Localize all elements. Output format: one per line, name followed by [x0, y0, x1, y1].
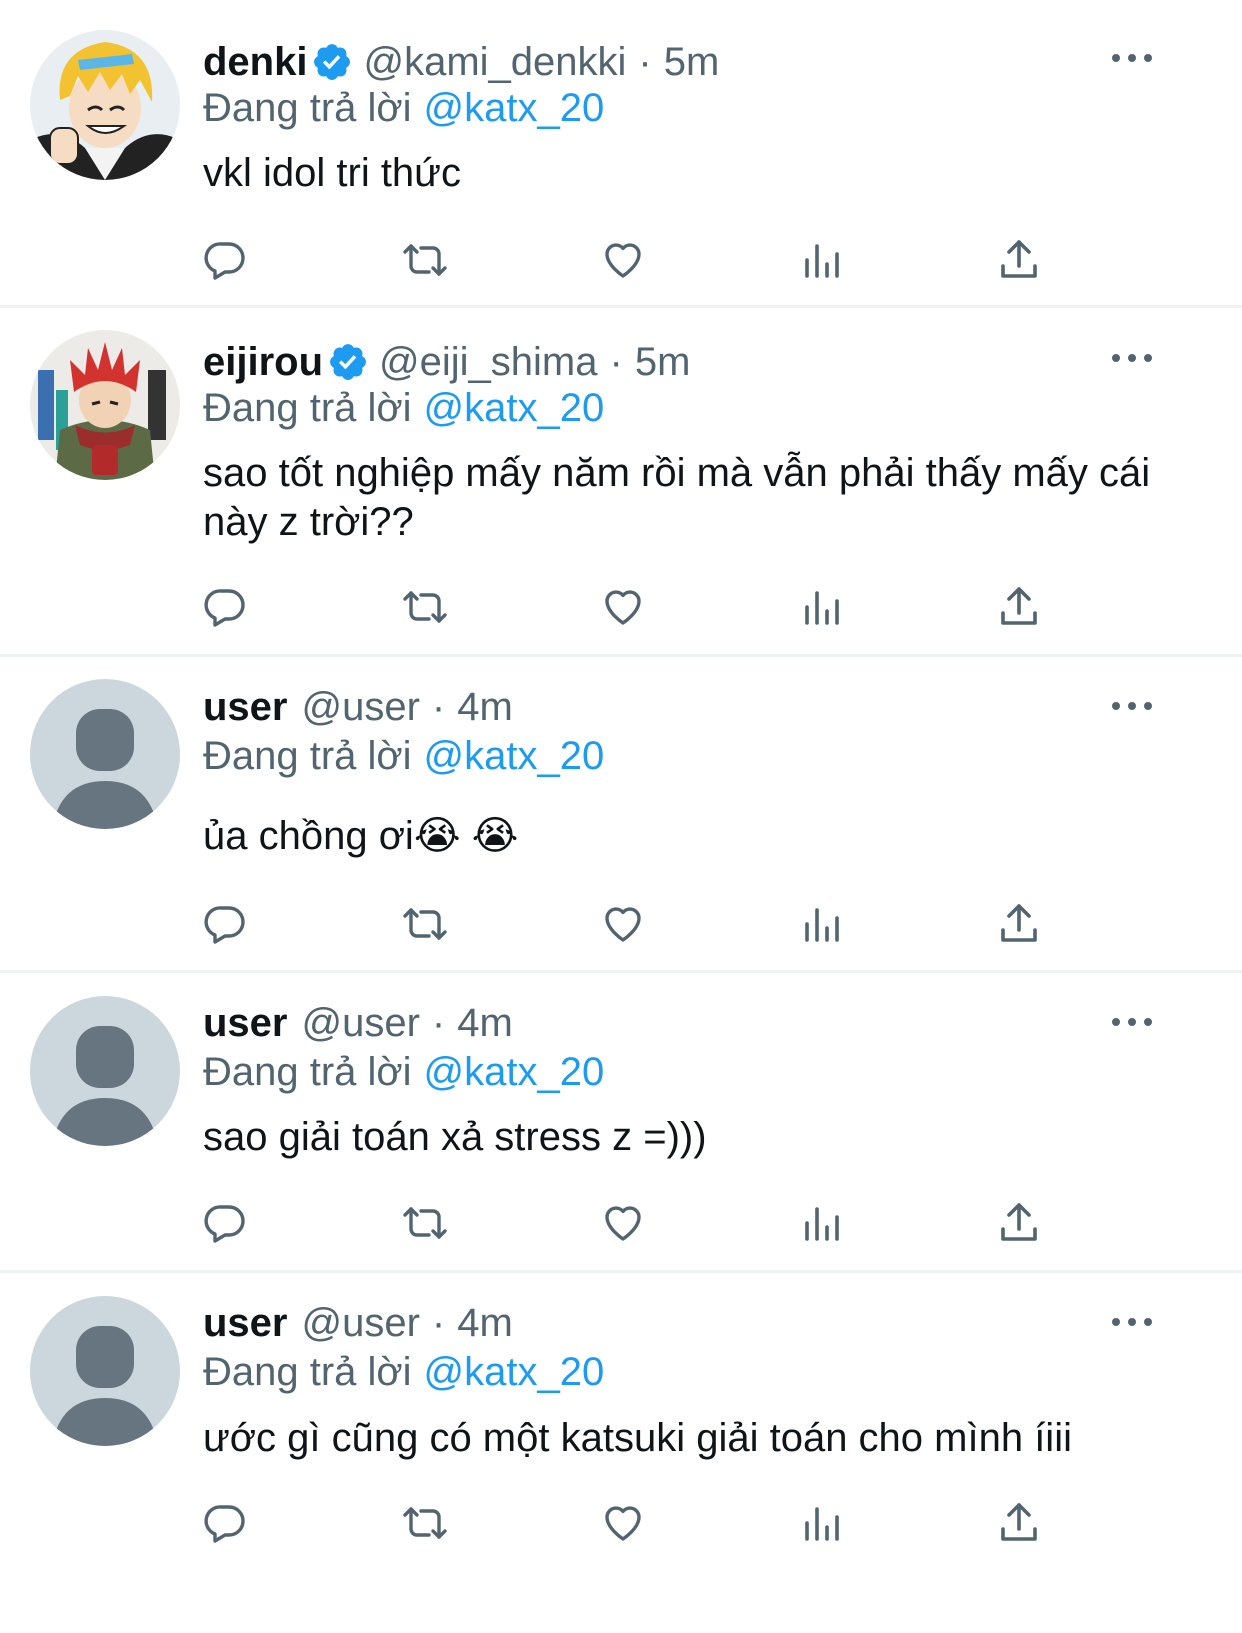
handle[interactable]: @user [302, 1299, 420, 1347]
share-icon[interactable] [994, 1198, 1044, 1248]
tweet[interactable]: user @user · 4m Đang trả lời @katx_20 sao… [0, 973, 1242, 1270]
separator-dot: · [638, 40, 652, 84]
retweet-icon[interactable] [400, 235, 450, 285]
replying-to: Đang trả lời @katx_20 [203, 732, 604, 780]
views-icon[interactable] [796, 899, 846, 949]
handle[interactable]: @user [302, 999, 420, 1047]
verified-icon [330, 344, 366, 380]
action-bar [200, 1498, 1060, 1548]
share-icon[interactable] [994, 582, 1044, 632]
more-icon[interactable] [1112, 696, 1152, 716]
reply-mention[interactable]: @katx_20 [424, 1350, 605, 1394]
more-icon[interactable] [1112, 348, 1152, 368]
replying-to: Đang trả lời @katx_20 [203, 1348, 604, 1396]
share-icon[interactable] [994, 1498, 1044, 1548]
tweet-text: sao tốt nghiệp mấy năm rồi mà vẫn phải t… [203, 451, 1151, 544]
separator-dot: · [431, 685, 446, 729]
tweet[interactable]: denki @kami_denkki · 5m Đang trả lời @kat… [0, 0, 1242, 305]
display-name[interactable]: user [203, 683, 288, 731]
reply-mention[interactable]: @katx_20 [424, 386, 605, 430]
reply-mention[interactable]: @katx_20 [424, 86, 605, 130]
avatar[interactable] [30, 996, 180, 1146]
timestamp[interactable]: 4m [457, 683, 513, 731]
avatar[interactable] [30, 679, 180, 829]
action-bar [200, 235, 1060, 285]
more-icon[interactable] [1112, 48, 1152, 68]
default-avatar [30, 679, 180, 829]
anime-avatar-red-hair [30, 330, 180, 480]
replying-label: Đang trả lời [203, 386, 412, 430]
separator-dot: · [431, 1301, 446, 1345]
separator-dot: · [609, 340, 623, 384]
display-name[interactable]: denki [203, 38, 307, 86]
anime-avatar-yellow-hair [30, 30, 180, 180]
views-icon[interactable] [796, 1198, 846, 1248]
avatar[interactable] [30, 330, 180, 480]
tweet[interactable]: user @user · 4m Đang trả lời @katx_20 ước… [0, 1273, 1242, 1633]
like-icon[interactable] [598, 899, 648, 949]
share-icon[interactable] [994, 235, 1044, 285]
retweet-icon[interactable] [400, 582, 450, 632]
handle[interactable]: @eiji_shima [379, 338, 597, 386]
reply-icon[interactable] [200, 1498, 250, 1548]
replying-label: Đang trả lời [203, 734, 412, 778]
replying-to: Đang trả lời @katx_20 [203, 384, 604, 432]
tweet[interactable]: user @user · 4m Đang trả lời @katx_20 ủa … [0, 657, 1242, 970]
reply-mention[interactable]: @katx_20 [424, 1050, 605, 1094]
replying-label: Đang trả lời [203, 1050, 412, 1094]
default-avatar [30, 996, 180, 1146]
reply-icon[interactable] [200, 1198, 250, 1248]
handle[interactable]: @kami_denkki [363, 38, 626, 86]
avatar[interactable] [30, 30, 180, 180]
reply-icon[interactable] [200, 582, 250, 632]
replying-label: Đang trả lời [203, 86, 412, 130]
display-name[interactable]: eijirou [203, 338, 323, 386]
tweet-text: ủa chồng ơi😭 😭 [203, 814, 519, 858]
share-icon[interactable] [994, 899, 1044, 949]
reply-mention[interactable]: @katx_20 [424, 734, 605, 778]
timestamp[interactable]: 4m [457, 1299, 513, 1347]
replying-label: Đang trả lời [203, 1350, 412, 1394]
verified-icon [314, 44, 351, 80]
reply-icon[interactable] [200, 235, 250, 285]
replying-to: Đang trả lời @katx_20 [203, 84, 604, 132]
separator-dot: · [431, 1001, 446, 1045]
replying-to: Đang trả lời @katx_20 [203, 1048, 604, 1096]
timestamp[interactable]: 5m [664, 38, 720, 86]
default-avatar [30, 1296, 180, 1446]
views-icon[interactable] [796, 582, 846, 632]
avatar[interactable] [30, 1296, 180, 1446]
tweet-text: ước gì cũng có một katsuki giải toán cho… [203, 1416, 1072, 1460]
retweet-icon[interactable] [400, 1198, 450, 1248]
views-icon[interactable] [796, 235, 846, 285]
tweet[interactable]: eijirou @eiji_shima · 5m Đang trả lời @ka… [0, 308, 1242, 654]
retweet-icon[interactable] [400, 899, 450, 949]
action-bar [200, 899, 1060, 949]
display-name[interactable]: user [203, 1299, 288, 1347]
timestamp[interactable]: 4m [457, 999, 513, 1047]
like-icon[interactable] [598, 1198, 648, 1248]
more-icon[interactable] [1112, 1312, 1152, 1332]
retweet-icon[interactable] [400, 1498, 450, 1548]
more-icon[interactable] [1112, 1012, 1152, 1032]
display-name[interactable]: user [203, 999, 288, 1047]
action-bar [200, 1198, 1060, 1248]
action-bar [200, 582, 1060, 632]
views-icon[interactable] [796, 1498, 846, 1548]
tweet-text: sao giải toán xả stress z =))) [203, 1115, 707, 1159]
like-icon[interactable] [598, 582, 648, 632]
like-icon[interactable] [598, 1498, 648, 1548]
handle[interactable]: @user [302, 683, 420, 731]
like-icon[interactable] [598, 235, 648, 285]
reply-icon[interactable] [200, 899, 250, 949]
timestamp[interactable]: 5m [635, 338, 691, 386]
tweet-text: vkl idol tri thức [203, 151, 461, 195]
